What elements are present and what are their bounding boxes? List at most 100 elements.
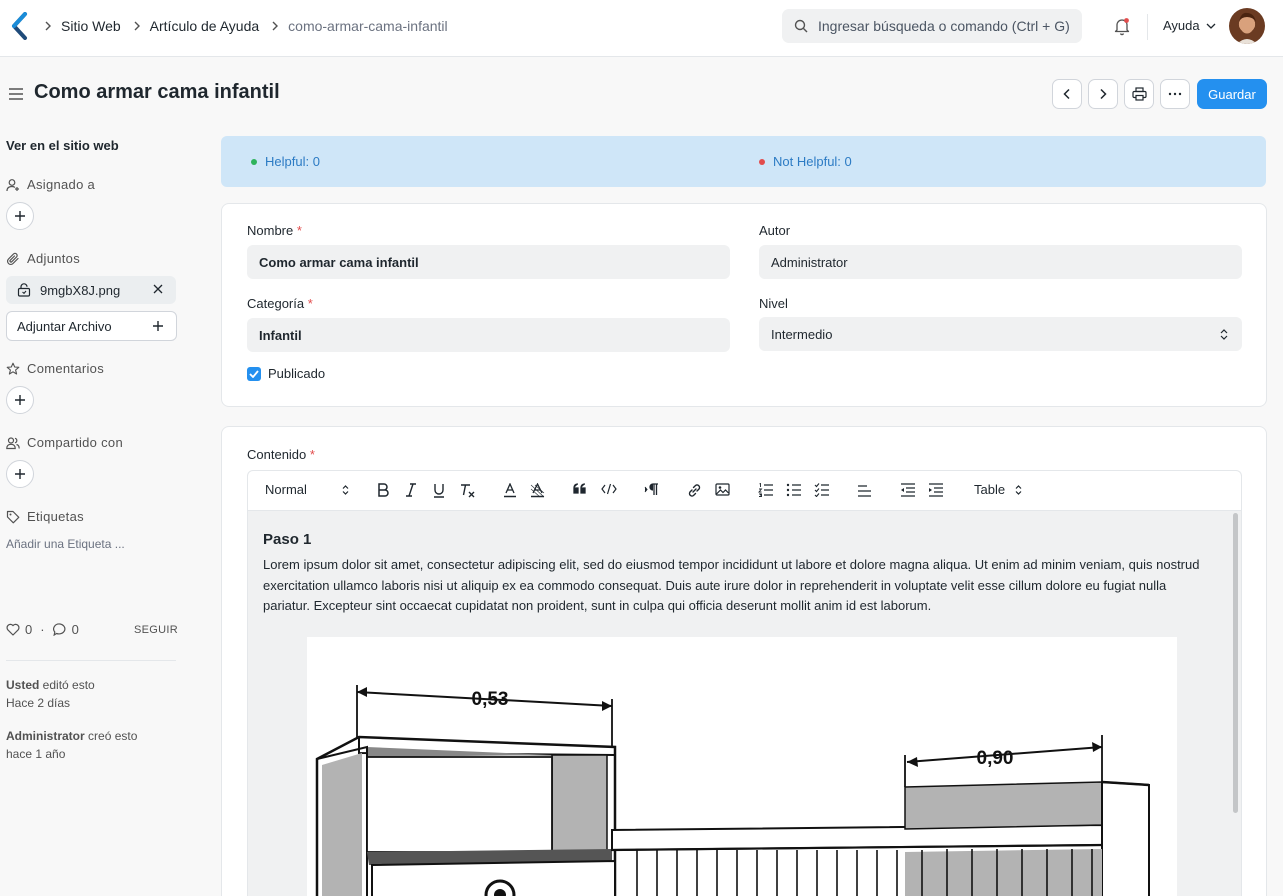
feedback-stats-banner: Helpful: 0 Not Helpful: 0 [221, 136, 1266, 187]
activity-action: editó esto [39, 678, 95, 692]
activity-time: Hace 2 días [6, 696, 71, 710]
dimension-label-1: 0,53 [472, 689, 509, 710]
code-icon[interactable] [601, 483, 617, 495]
helpful-stat: Helpful: 0 [251, 154, 320, 169]
tags-label: Etiquetas [27, 509, 84, 524]
chevron-right-icon [1100, 88, 1107, 100]
published-checkbox[interactable] [247, 367, 261, 381]
table-select[interactable]: Table [974, 482, 1022, 497]
category-label: Categoría * [247, 296, 313, 311]
help-dropdown[interactable]: Ayuda [1163, 18, 1218, 33]
chevron-right-icon [271, 21, 279, 31]
ordered-list-icon[interactable] [758, 483, 774, 497]
search-input[interactable]: Ingresar búsqueda o comando (Ctrl + G) [782, 9, 1082, 43]
attach-file-button[interactable]: Adjuntar Archivo [6, 311, 177, 341]
plus-icon [15, 211, 25, 221]
app-logo-icon[interactable] [10, 12, 28, 40]
breadcrumb-item-help-article[interactable]: Artículo de Ayuda [150, 18, 259, 34]
blockquote-icon[interactable] [573, 483, 587, 495]
heart-icon[interactable] [6, 623, 20, 636]
not-helpful-stat: Not Helpful: 0 [759, 154, 852, 169]
add-assignee-button[interactable] [6, 202, 34, 230]
not-helpful-indicator-dot [759, 158, 765, 165]
rich-text-editor[interactable]: Paso 1 Lorem ipsum dolor sit amet, conse… [247, 510, 1242, 896]
clear-format-icon[interactable] [459, 483, 475, 498]
comments-label: Comentarios [27, 361, 104, 376]
image-icon[interactable] [715, 483, 730, 496]
activity-item: Usted editó esto Hace 2 días [6, 676, 95, 712]
add-comment-button[interactable] [6, 386, 34, 414]
plus-icon [15, 395, 25, 405]
tags-section: Etiquetas [6, 509, 84, 524]
printer-icon [1131, 87, 1147, 101]
activity-time: hace 1 año [6, 747, 66, 761]
activity-actor: Usted [6, 678, 40, 692]
print-button[interactable] [1124, 79, 1154, 109]
attach-file-label: Adjuntar Archivo [17, 318, 112, 334]
remove-attachment-icon[interactable] [152, 283, 164, 295]
level-value: Intermedio [771, 326, 833, 342]
breadcrumb-item-current[interactable]: como-armar-cama-infantil [288, 18, 447, 34]
bullet-list-icon[interactable] [786, 483, 802, 497]
next-record-button[interactable] [1088, 79, 1118, 109]
select-arrows-icon [1220, 329, 1228, 340]
more-icon [1168, 92, 1182, 96]
follow-button[interactable]: SEGUIR [134, 624, 178, 636]
bed-diagram-image[interactable]: 0,53 0,90 [307, 637, 1177, 896]
helpful-count: Helpful: 0 [265, 154, 320, 169]
chevron-left-icon [1063, 88, 1070, 100]
star-icon [6, 362, 20, 375]
link-icon[interactable] [687, 483, 702, 498]
name-field[interactable]: Como armar cama infantil [247, 245, 730, 279]
italic-icon[interactable] [405, 483, 417, 497]
user-avatar[interactable] [1229, 8, 1265, 44]
checklist-icon[interactable] [814, 483, 830, 497]
page-title: Como armar cama infantil [34, 81, 280, 103]
activity-item: Administrator creó esto hace 1 año [6, 727, 137, 763]
text-direction-icon[interactable] [644, 483, 659, 496]
category-field[interactable]: Infantil [247, 318, 730, 352]
likes-count: 0 [25, 622, 33, 637]
level-select[interactable]: Intermedio [759, 317, 1242, 351]
sidebar-toggle-icon[interactable] [8, 87, 24, 101]
breadcrumb-item-website[interactable]: Sitio Web [61, 18, 121, 34]
content-label: Contenido * [247, 447, 315, 462]
editor-toolbar: Normal Table [247, 470, 1242, 510]
comments-section: Comentarios [6, 361, 104, 376]
author-label: Autor [759, 223, 791, 238]
bold-icon[interactable] [377, 483, 389, 497]
align-left-icon[interactable] [857, 483, 872, 497]
users-icon [6, 436, 20, 449]
top-navbar: Sitio Web Artículo de Ayuda como-armar-c… [0, 0, 1283, 57]
select-arrows-icon [342, 484, 349, 495]
add-share-button[interactable] [6, 460, 34, 488]
plus-icon [153, 321, 163, 331]
save-button[interactable]: Guardar [1197, 79, 1267, 109]
add-tag-link[interactable]: Añadir una Etiqueta ... [6, 537, 125, 551]
view-website-link[interactable]: Ver en el sitio web [6, 138, 119, 153]
text-color-icon[interactable] [503, 483, 517, 498]
outdent-icon[interactable] [900, 483, 916, 497]
author-field[interactable]: Administrator [759, 245, 1242, 279]
editor-scrollbar[interactable] [1233, 513, 1238, 813]
paperclip-icon [6, 252, 19, 265]
shared-with-label: Compartido con [27, 435, 123, 450]
previous-record-button[interactable] [1052, 79, 1082, 109]
dimension-label-2: 0,90 [977, 748, 1014, 769]
format-select[interactable]: Normal [265, 482, 349, 497]
comment-icon[interactable] [52, 623, 67, 636]
sidebar-divider [6, 660, 176, 661]
attachment-filename[interactable]: 9mgbX8J.png [40, 283, 120, 298]
attachment-item[interactable]: 9mgbX8J.png [6, 276, 176, 304]
chevron-right-icon [133, 21, 141, 31]
activity-action: creó esto [84, 729, 138, 743]
table-select-value: Table [974, 482, 1006, 497]
underline-icon[interactable] [432, 483, 446, 498]
article-details-card: Nombre * Como armar cama infantil Autor … [221, 203, 1267, 407]
more-actions-button[interactable] [1160, 79, 1190, 109]
activity-actor: Administrator [6, 729, 85, 743]
indent-icon[interactable] [928, 483, 944, 497]
not-helpful-count: Not Helpful: 0 [773, 154, 852, 169]
highlight-color-icon[interactable] [530, 483, 545, 498]
notification-bell-icon[interactable] [1112, 16, 1132, 36]
